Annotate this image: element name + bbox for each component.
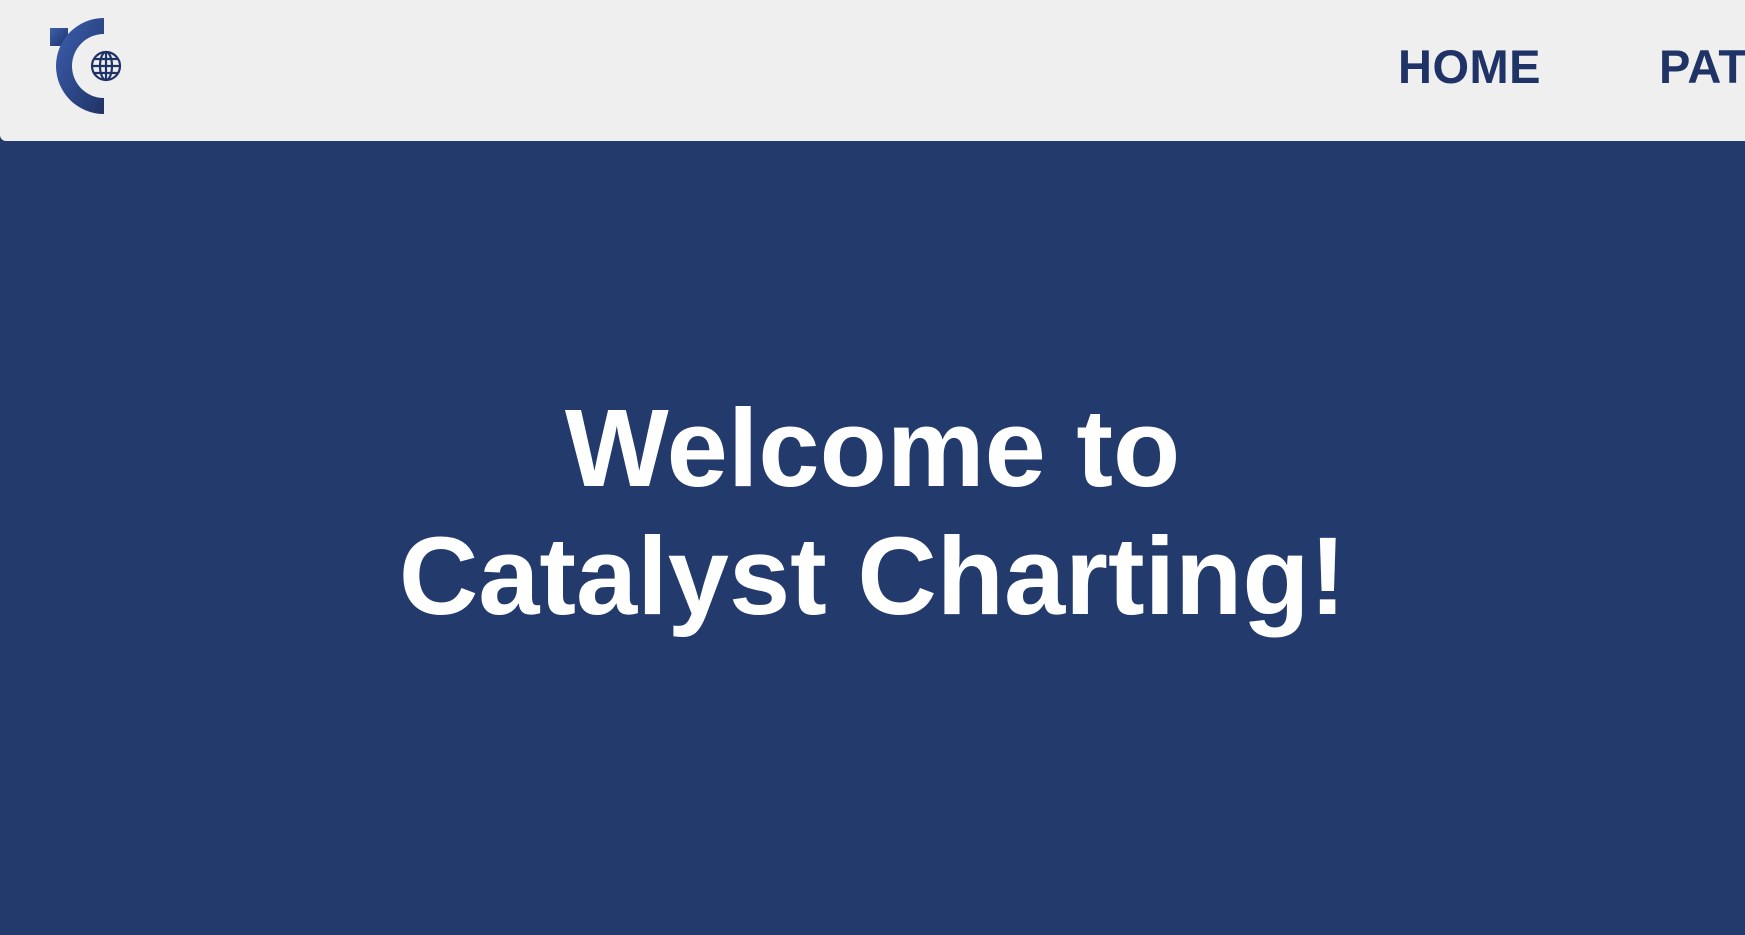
nav-patients-link[interactable]: PAT bbox=[1659, 39, 1745, 94]
hero-title: Welcome to Catalyst Charting! bbox=[0, 385, 1745, 641]
hero-banner: Welcome to Catalyst Charting! bbox=[0, 141, 1745, 935]
main-nav: HOME PAT bbox=[1398, 38, 1745, 94]
hero-title-line-1: Welcome to bbox=[564, 387, 1181, 510]
top-navbar: HOME PAT bbox=[0, 0, 1745, 141]
hero-title-line-2: Catalyst Charting! bbox=[398, 515, 1347, 638]
nav-home-link[interactable]: HOME bbox=[1398, 39, 1541, 94]
catalyst-logo-icon[interactable] bbox=[48, 16, 126, 116]
